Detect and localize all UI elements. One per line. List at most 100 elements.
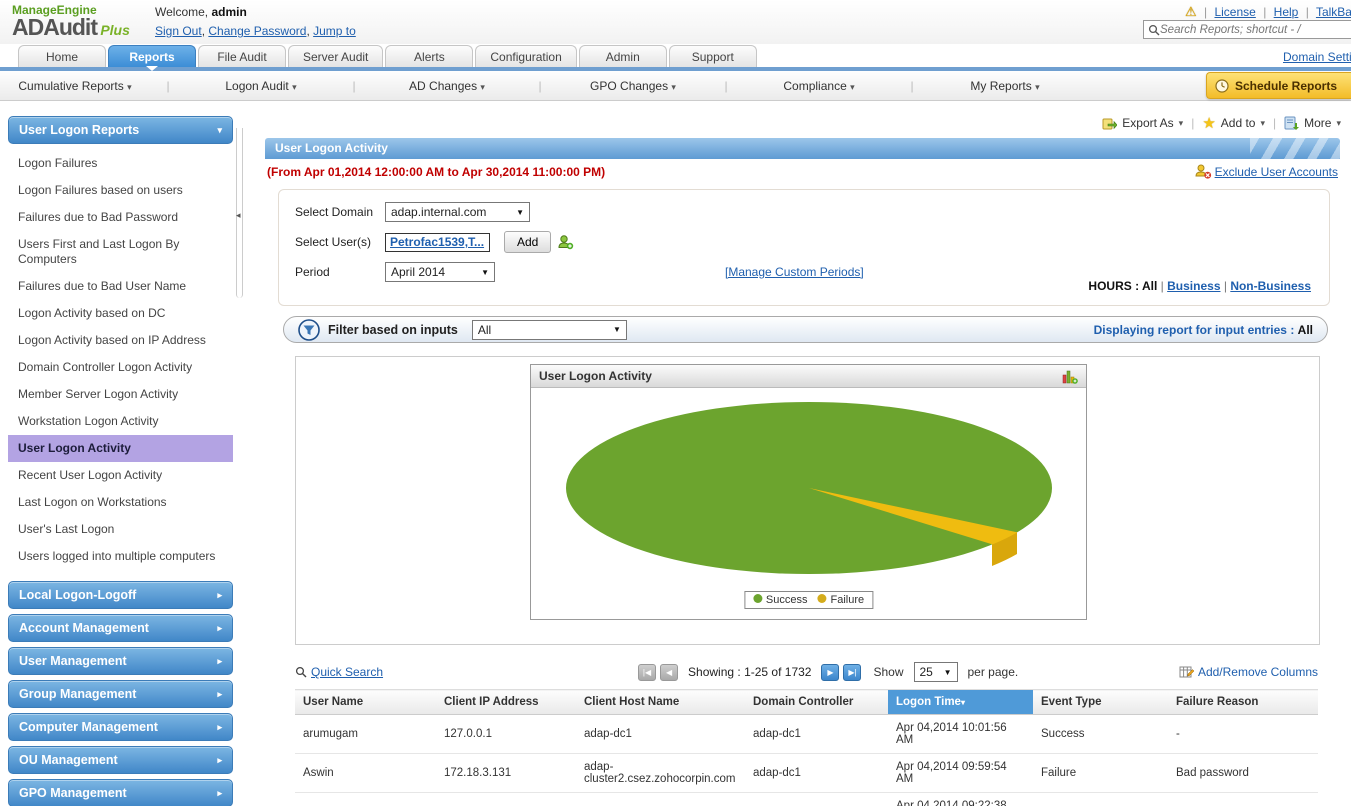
chevron-right-icon: ▸ [217,622,222,633]
table-row[interactable]: Administrator 127.0.0.1 adap-dc2 adap-dc… [295,792,1318,806]
hours-nonbusiness-link[interactable]: Non-Business [1230,279,1311,293]
sidebar-section-group-management[interactable]: Group Management ▸ [8,680,233,708]
col-client-ip[interactable]: Client IP Address [436,689,576,715]
sidebar-section-account-management[interactable]: Account Management ▸ [8,614,233,642]
app-logo: ManageEngine ADAudit Plus [12,4,152,39]
sidebar-item-user-logon-activity[interactable]: User Logon Activity [8,435,233,462]
help-link[interactable]: Help [1274,5,1299,19]
logon-activity-table: User Name Client IP Address Client Host … [295,689,1318,806]
table-header-row: User Name Client IP Address Client Host … [295,689,1318,715]
sidebar-section-gpo-management[interactable]: GPO Management ▸ [8,779,233,806]
license-link[interactable]: License [1214,5,1255,19]
add-user-icon[interactable] [557,234,574,250]
subnav-cumulative-reports[interactable]: Cumulative Reports ▾ [0,79,150,93]
next-page-button[interactable]: ▶ [821,663,840,681]
tab-file-audit[interactable]: File Audit [198,45,286,67]
sidebar-section-ou-management[interactable]: OU Management ▸ [8,746,233,774]
table-row[interactable]: arumugam 127.0.0.1 adap-dc1 adap-dc1 Apr… [295,714,1318,754]
sidebar-section-user-logon-reports[interactable]: User Logon Reports ▾ [8,116,233,144]
quick-search-link[interactable]: Quick Search [295,665,383,679]
select-arrow-icon: ▼ [612,325,621,334]
sidebar-item-bad-user-name[interactable]: Failures due to Bad User Name [8,273,233,300]
sidebar-item-logon-failures-users[interactable]: Logon Failures based on users [8,177,233,204]
tab-server-audit[interactable]: Server Audit [288,45,384,67]
tab-configuration[interactable]: Configuration [475,45,577,67]
hours-business-link[interactable]: Business [1167,279,1220,293]
filter-status: Displaying report for input entries : Al… [1093,322,1313,337]
talkback-link[interactable]: TalkBack [1316,5,1351,19]
change-password-link[interactable]: Change Password [208,24,306,38]
col-user-name[interactable]: User Name [295,689,436,715]
prev-page-button[interactable]: ◀ [660,663,679,681]
sidebar-item-first-last-logon[interactable]: Users First and Last Logon By Computers [8,231,233,273]
col-event-type[interactable]: Event Type [1033,689,1168,715]
subnav-gpo-changes[interactable]: GPO Changes ▾ [558,79,708,93]
hours-all[interactable]: All [1142,279,1157,293]
sign-out-link[interactable]: Sign Out [155,24,202,38]
subnav-ad-changes[interactable]: AD Changes ▾ [372,79,522,93]
tab-support[interactable]: Support [668,45,757,67]
filter-select[interactable]: All ▼ [471,319,627,340]
reports-subnav: Cumulative Reports ▾ | Logon Audit ▾ | A… [0,71,1351,101]
col-logon-time-sorted[interactable]: Logon Time▾ [888,689,1033,715]
sidebar-item-dc-logon-activity[interactable]: Domain Controller Logon Activity [8,354,233,381]
search-icon [1148,24,1160,35]
select-users-label: Select User(s) [295,235,372,249]
top-links: ⚠ | License | Help | TalkBack [1185,4,1351,20]
col-client-host[interactable]: Client Host Name [576,689,745,715]
report-search[interactable] [1143,20,1351,39]
select-arrow-icon: ▼ [516,207,524,217]
welcome-block: Welcome, admin Sign Out, Change Password… [155,5,356,38]
schedule-reports-button[interactable]: Schedule Reports [1205,72,1351,99]
report-date-range: (From Apr 01,2014 12:00:00 AM to Apr 30,… [267,164,606,179]
col-domain-controller[interactable]: Domain Controller [745,689,888,715]
sidebar-section-computer-management[interactable]: Computer Management ▸ [8,713,233,741]
sidebar-item-logon-activity-dc[interactable]: Logon Activity based on DC [8,300,233,327]
sidebar-item-users-last-logon[interactable]: User's Last Logon [8,516,233,543]
sidebar-item-multiple-computers[interactable]: Users logged into multiple computers [8,543,233,570]
tab-admin[interactable]: Admin [578,45,667,67]
exclude-user-accounts-link[interactable]: Exclude User Accounts [1195,164,1338,179]
period-select[interactable]: April 2014 ▼ [385,262,495,282]
last-page-button[interactable]: ▶| [843,663,862,681]
sidebar-item-logon-activity-ip[interactable]: Logon Activity based on IP Address [8,327,233,354]
tab-home[interactable]: Home [18,45,106,67]
jump-to-link[interactable]: Jump to [313,24,356,38]
sidebar-item-recent-user-logon[interactable]: Recent User Logon Activity [8,462,233,489]
sidebar-item-workstation[interactable]: Workstation Logon Activity [8,408,233,435]
manage-custom-periods-link[interactable]: [Manage Custom Periods] [725,265,864,279]
selected-users-field[interactable]: Petrofac1539,T... [385,232,490,252]
sidebar-item-logon-failures[interactable]: Logon Failures [8,150,233,177]
search-input[interactable] [1160,23,1340,36]
subnav-logon-audit[interactable]: Logon Audit ▾ [186,79,336,93]
tab-reports[interactable]: Reports [108,45,196,71]
report-toolbar: Export As ▾ | ★ Add to ▾ | More ▾ [241,108,1351,138]
sidebar-item-last-logon-workstations[interactable]: Last Logon on Workstations [8,489,233,516]
add-users-button[interactable]: Add [504,231,552,253]
report-criteria-panel: Select Domain adap.internal.com ▼ Select… [278,189,1330,306]
sidebar-item-member-server[interactable]: Member Server Logon Activity [8,381,233,408]
warning-icon[interactable]: ⚠ [1185,4,1197,19]
domain-select[interactable]: adap.internal.com ▼ [385,202,530,222]
clock-icon [1215,78,1229,93]
success-legend-dot [752,594,762,603]
more-button[interactable]: More ▾ [1284,116,1341,130]
first-page-button[interactable]: |◀ [638,663,657,681]
sidebar-section-local-logon-logoff[interactable]: Local Logon-Logoff ▸ [8,581,233,609]
subnav-my-reports[interactable]: My Reports ▾ [930,79,1080,93]
subnav-compliance[interactable]: Compliance ▾ [744,79,894,93]
chart-title: User Logon Activity [539,369,652,383]
table-row[interactable]: Aswin 172.18.3.131 adap-cluster2.csez.zo… [295,753,1318,793]
chart-type-icon[interactable] [1062,369,1078,384]
col-failure-reason[interactable]: Failure Reason [1168,689,1318,715]
sort-desc-icon: ▾ [960,698,965,707]
add-to-button[interactable]: ★ Add to ▾ [1202,114,1265,132]
domain-settings-link[interactable]: Domain Settings [1283,50,1351,64]
page-size-select[interactable]: 25 ▼ [913,662,958,682]
add-remove-columns-link[interactable]: Add/Remove Columns [1179,665,1318,679]
chevron-right-icon: ▸ [217,655,222,666]
sidebar-section-user-management[interactable]: User Management ▸ [8,647,233,675]
export-as-button[interactable]: Export As ▾ [1102,116,1183,130]
sidebar-item-bad-password[interactable]: Failures due to Bad Password [8,204,233,231]
tab-alerts[interactable]: Alerts [385,45,474,67]
